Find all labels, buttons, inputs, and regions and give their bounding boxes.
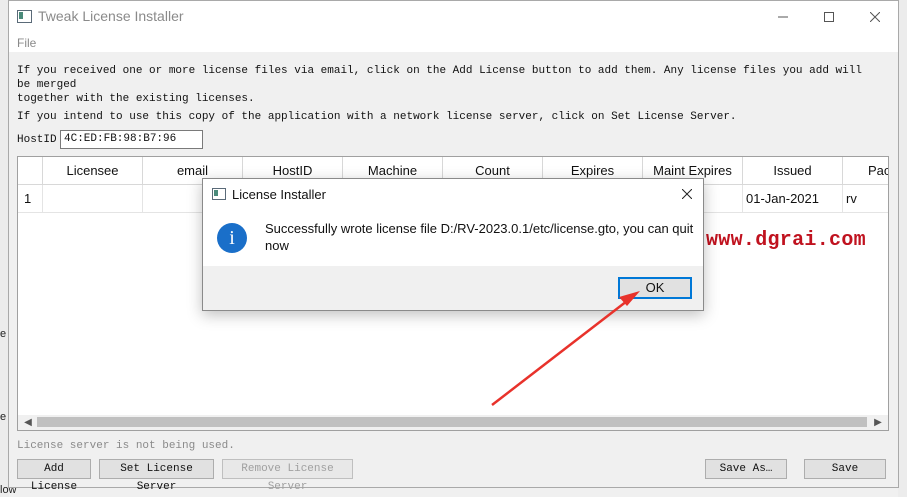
info-icon: i (217, 223, 247, 253)
menu-file[interactable]: File (17, 36, 36, 50)
set-license-server-button[interactable]: Set License Server (99, 459, 214, 493)
remove-license-server-button[interactable]: Remove License Server (222, 459, 353, 493)
maximize-icon[interactable] (806, 1, 852, 32)
dialog-app-icon (212, 188, 226, 200)
info-line: together with the existing licenses. (17, 93, 255, 105)
dialog-title-bar[interactable]: License Installer (203, 179, 703, 210)
window-title: Tweak License Installer (38, 8, 184, 24)
info-text: If you received one or more license file… (17, 64, 877, 124)
column-header-issued[interactable]: Issued (743, 157, 843, 184)
scroll-right-icon[interactable]: ▶ (870, 415, 886, 430)
watermark-text: www.dgrai.com (706, 229, 866, 252)
save-button[interactable]: Save (804, 459, 886, 479)
info-line: If you intend to use this copy of the ap… (17, 111, 737, 123)
add-license-button[interactable]: Add License (17, 459, 91, 493)
save-as-button[interactable]: Save As… (705, 459, 787, 479)
hostid-field[interactable]: 4C:ED:FB:98:B7:96 (60, 130, 203, 149)
minimize-icon[interactable] (760, 1, 806, 32)
column-header-licensee[interactable]: Licensee (43, 157, 143, 184)
app-icon (17, 10, 32, 23)
info-line: If you received one or more license file… (17, 65, 862, 91)
ok-button[interactable]: OK (618, 277, 692, 299)
dialog-body: i Successfully wrote license file D:/RV-… (203, 210, 703, 266)
menu-bar: File (9, 32, 898, 52)
status-text: License server is not being used. (17, 440, 235, 452)
background-text-fragment: e (0, 411, 7, 423)
scrollbar-thumb[interactable] (37, 417, 867, 427)
dialog-message: Successfully wrote license file D:/RV-20… (265, 221, 694, 253)
hostid-label: HostID (17, 134, 57, 146)
license-installer-dialog: License Installer i Successfully wrote l… (202, 178, 704, 311)
cell-issued: 01-Jan-2021 (743, 185, 843, 212)
column-header-package[interactable]: Packa (843, 157, 888, 184)
row-number: 1 (18, 185, 43, 212)
cell-licensee (43, 185, 143, 212)
row-number-header (18, 157, 43, 184)
background-text-fragment: e (0, 328, 7, 340)
horizontal-scrollbar[interactable]: ◀ ▶ (18, 415, 888, 430)
scroll-left-icon[interactable]: ◀ (20, 415, 36, 430)
close-icon[interactable] (852, 1, 898, 32)
dialog-title: License Installer (232, 187, 326, 202)
dialog-close-icon[interactable] (671, 179, 703, 210)
cell-package: rv (846, 191, 857, 206)
background-window-right (898, 0, 907, 497)
title-bar[interactable]: Tweak License Installer (9, 1, 898, 32)
